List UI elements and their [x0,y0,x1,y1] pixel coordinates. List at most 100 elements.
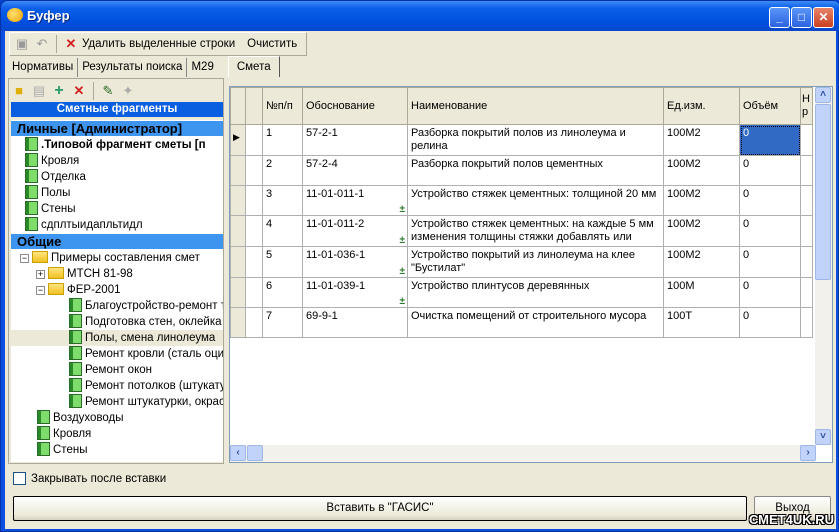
delete-rows-button[interactable]: ✕ Удалить выделенные строки [63,36,236,52]
add-icon[interactable]: + [51,83,67,99]
tree-item[interactable]: Воздуховоды [11,410,223,426]
tree-item[interactable]: Стены [11,201,223,217]
extra-cell[interactable] [800,215,813,247]
name-cell[interactable]: Устройство плинтусов деревянных [407,277,664,308]
number-cell[interactable]: 5 [262,246,303,278]
unit-cell[interactable]: 100Т [663,307,740,338]
tree-item[interactable]: Полы [11,185,223,201]
tree-item[interactable]: Кровля [11,426,223,442]
table-row[interactable]: ▶ 1 57-2-1 Разборка покрытий полов из линол… [230,124,813,156]
tree-item[interactable]: Подготовка стен, оклейка с [11,314,223,330]
row-indicator[interactable] [230,246,246,278]
basis-cell[interactable]: 69-9-1 [302,307,408,338]
minimize-button[interactable]: _ [769,7,790,28]
collapse-icon[interactable]: − [36,286,45,295]
col-name[interactable]: Наименование [407,87,664,125]
volume-cell[interactable]: 0 [739,155,801,186]
copy-icon[interactable]: ▤ [31,83,47,99]
new-folder-icon[interactable]: ■ [11,83,27,99]
table-row[interactable]: 3 11-01-011-1 ± Устройство стяжек цементных… [230,185,813,216]
save-icon[interactable]: ▣ [14,36,30,52]
volume-cell[interactable]: 0 [739,185,801,216]
number-cell[interactable]: 4 [262,215,303,247]
tree-item[interactable]: Ремонт кровли (сталь оцинк [11,346,223,362]
delete-icon[interactable]: ✕ [71,83,87,99]
row-indicator[interactable]: ▶ [230,124,246,156]
tree-item-selected[interactable]: Полы, смена линолеума [11,330,223,346]
unit-cell[interactable]: 100М2 [663,124,740,156]
table-row[interactable]: 5 11-01-036-1 ± Устройство покрытий из лино… [230,246,813,278]
table-row[interactable]: 2 57-2-4 Разборка покрытий полов цементных… [230,155,813,186]
blank-cell[interactable] [245,185,263,216]
table-row[interactable]: 7 69-9-1 Очистка помещений от строительног… [230,307,813,338]
tab-smeta[interactable]: Смета [227,56,280,77]
name-cell[interactable]: Разборка покрытий полов цементных [407,155,664,186]
scroll-up-icon[interactable]: ˄ [815,87,831,103]
scroll-thumb[interactable] [247,445,263,461]
tree-item[interactable]: сдплтыидапльтидл [11,217,223,233]
number-cell[interactable]: 2 [262,155,303,186]
name-cell[interactable]: Устройство покрытий из линолеума на клее… [407,246,664,278]
extra-cell[interactable] [800,307,813,338]
edit-icon[interactable]: ✎ [100,83,116,99]
unit-cell[interactable]: 100М2 [663,246,740,278]
tab-m29[interactable]: М29 [187,58,227,77]
unit-cell[interactable]: 100М2 [663,215,740,247]
basis-cell[interactable]: 11-01-011-1 ± [302,185,408,216]
name-cell[interactable]: Очистка помещений от строительного мусор… [407,307,664,338]
volume-cell[interactable]: 0 [739,215,801,247]
unit-cell[interactable]: 100М [663,277,740,308]
volume-cell[interactable]: 0 [739,246,801,278]
tree-item[interactable]: Отделка [11,169,223,185]
col-more[interactable]: Н р [800,87,813,125]
tab-normatives[interactable]: Нормативы [8,58,79,77]
tree-item[interactable]: Ремонт потолков (штукатурк [11,378,223,394]
tree-item[interactable]: Стены [11,442,223,458]
name-cell[interactable]: Разборка покрытий полов из линолеума и р… [407,124,664,156]
blank-cell[interactable] [245,124,263,156]
col-volume[interactable]: Объём [739,87,801,125]
row-indicator[interactable] [230,155,246,186]
col-unit[interactable]: Ед.изм. [663,87,740,125]
tree-item[interactable]: Благоустройство-ремонт тро [11,298,223,314]
extra-cell[interactable] [800,124,813,156]
close-after-insert-checkbox[interactable]: Закрывать после вставки [13,472,166,485]
maximize-button[interactable]: □ [791,7,812,28]
row-indicator[interactable] [230,307,246,338]
blank-cell[interactable] [245,155,263,186]
basis-cell[interactable]: 11-01-039-1 ± [302,277,408,308]
extra-cell[interactable] [800,277,813,308]
basis-cell[interactable]: 11-01-011-2 ± [302,215,408,247]
scroll-right-icon[interactable]: › [800,445,816,461]
blank-cell[interactable] [245,307,263,338]
extra-cell[interactable] [800,185,813,216]
pin-icon[interactable]: ✦ [120,83,136,99]
collapse-icon[interactable]: − [20,254,29,263]
number-cell[interactable]: 7 [262,307,303,338]
name-cell[interactable]: Устройство стяжек цементных: толщиной 20… [407,185,664,216]
scroll-thumb[interactable] [815,104,831,280]
number-cell[interactable]: 6 [262,277,303,308]
vertical-scrollbar[interactable]: ˄ ˅ [815,87,832,445]
horizontal-scrollbar[interactable]: ‹ › [230,445,816,462]
tree-folder[interactable]: − ФЕР-2001 [11,282,223,298]
volume-cell[interactable]: 0 [739,124,801,156]
group-common[interactable]: Общие [11,234,223,249]
basis-cell[interactable]: 11-01-036-1 ± [302,246,408,278]
scroll-down-icon[interactable]: ˅ [815,429,831,445]
blank-cell[interactable] [245,246,263,278]
scroll-left-icon[interactable]: ‹ [230,445,246,461]
unit-cell[interactable]: 100М2 [663,185,740,216]
tree-item[interactable]: Кровля [11,153,223,169]
blank-cell[interactable] [245,215,263,247]
close-button[interactable]: ✕ [813,7,834,28]
number-cell[interactable]: 3 [262,185,303,216]
table-row[interactable]: 4 11-01-011-2 ± Устройство стяжек цементных… [230,215,813,247]
blank-cell[interactable] [245,277,263,308]
tree-folder[interactable]: − Примеры составления смет [11,250,223,266]
checkbox[interactable] [13,472,26,485]
tab-search-results[interactable]: Результаты поиска [78,58,188,77]
row-indicator[interactable] [230,277,246,308]
insert-button[interactable]: Вставить в "ГАСИС" [13,496,747,521]
extra-cell[interactable] [800,155,813,186]
